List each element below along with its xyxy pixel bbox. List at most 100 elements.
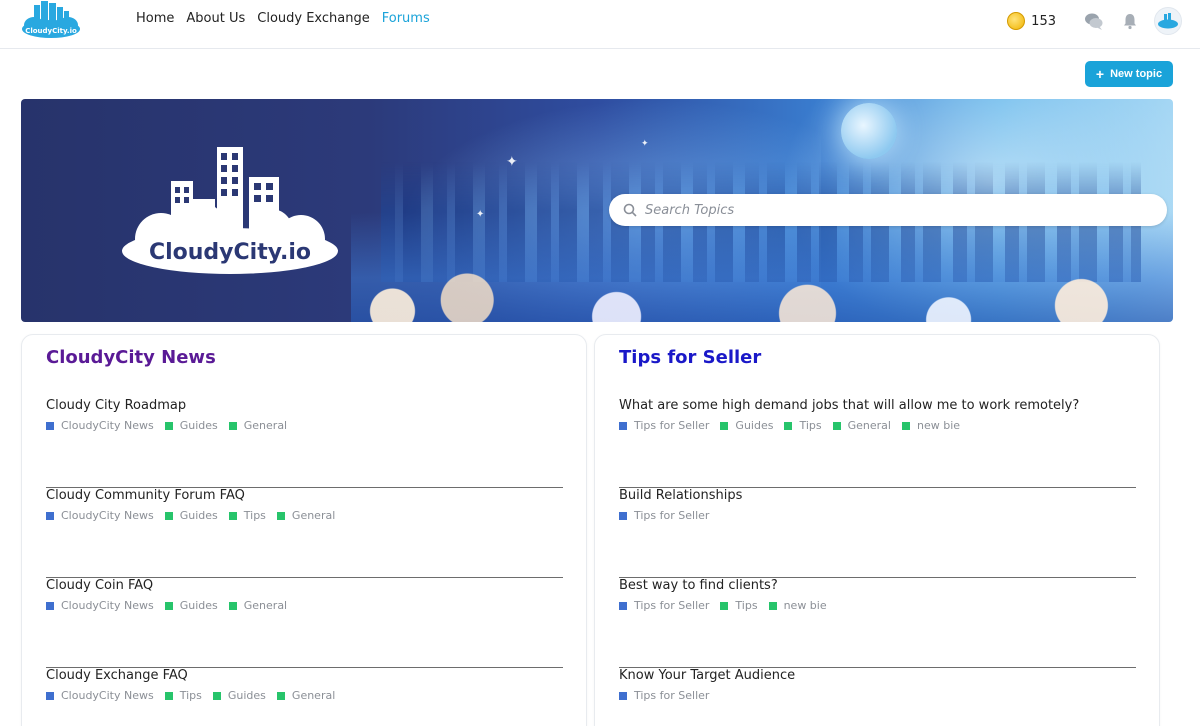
tag[interactable]: Tips for Seller	[619, 599, 709, 612]
search-bar[interactable]	[609, 194, 1167, 226]
topic-row[interactable]: Cloudy Exchange FAQ CloudyCity News Tips…	[46, 668, 563, 726]
tag-label: CloudyCity News	[61, 509, 154, 522]
tag[interactable]: CloudyCity News	[46, 509, 154, 522]
tag[interactable]: Guides	[720, 419, 773, 432]
topic-row[interactable]: Cloudy City Roadmap CloudyCity News Guid…	[46, 398, 563, 488]
bell-icon[interactable]	[1120, 11, 1140, 31]
topic-row[interactable]: Know Your Target Audience Tips for Selle…	[619, 668, 1136, 726]
tag-square-icon	[720, 421, 729, 430]
category-square-icon	[46, 421, 54, 430]
topic-tags: CloudyCity News Tips Guides General	[46, 689, 346, 702]
tag-label: CloudyCity News	[61, 689, 154, 702]
tag[interactable]: Tips for Seller	[619, 689, 709, 702]
topic-title[interactable]: Cloudy Exchange FAQ	[46, 668, 188, 683]
search-input[interactable]	[645, 202, 1125, 218]
star-icon: ✦	[506, 154, 518, 170]
topic-title[interactable]: Best way to find clients?	[619, 578, 778, 593]
tag[interactable]: CloudyCity News	[46, 599, 154, 612]
new-topic-button[interactable]: + New topic	[1085, 61, 1173, 87]
nav-home[interactable]: Home	[136, 10, 174, 27]
tag-label: CloudyCity News	[61, 599, 154, 612]
tag[interactable]: General	[276, 509, 336, 522]
topic-row[interactable]: Cloudy Coin FAQ CloudyCity News Guides G…	[46, 578, 563, 668]
tag-label: Guides	[735, 419, 774, 432]
tag[interactable]: Tips	[228, 509, 266, 522]
tag-label: General	[291, 509, 336, 522]
tag-square-icon	[276, 511, 285, 520]
tag-label: CloudyCity News	[61, 419, 154, 432]
topic-tags: Tips for Seller	[619, 689, 720, 702]
tag-label: Tips	[179, 689, 202, 702]
nav-about-us[interactable]: About Us	[186, 10, 245, 27]
topic-title[interactable]: Cloudy City Roadmap	[46, 398, 186, 413]
topic-title[interactable]: What are some high demand jobs that will…	[619, 398, 1079, 413]
tag-square-icon	[164, 511, 173, 520]
topic-title[interactable]: Cloudy Coin FAQ	[46, 578, 153, 593]
tag[interactable]: Tips	[720, 599, 758, 612]
tag-square-icon	[901, 421, 910, 430]
tag[interactable]: CloudyCity News	[46, 419, 154, 432]
category-title[interactable]: CloudyCity News	[46, 347, 216, 368]
search-icon	[623, 203, 637, 217]
chat-icon[interactable]	[1084, 11, 1104, 31]
tag-square-icon	[832, 421, 841, 430]
tag-label: Tips	[243, 509, 266, 522]
topic-tags: Tips for Seller Tips new bie	[619, 599, 838, 612]
category-card-tips-for-seller: Tips for Seller What are some high deman…	[594, 334, 1160, 726]
tag[interactable]: new bie	[901, 419, 960, 432]
new-topic-label: New topic	[1110, 68, 1163, 80]
tag[interactable]: Guides	[164, 419, 218, 432]
tag[interactable]: General	[832, 419, 891, 432]
topic-title[interactable]: Build Relationships	[619, 488, 742, 503]
topic-row[interactable]: Cloudy Community Forum FAQ CloudyCity Ne…	[46, 488, 563, 578]
star-icon: ✦	[476, 209, 485, 220]
nav-forums[interactable]: Forums	[382, 10, 430, 27]
category-title[interactable]: Tips for Seller	[619, 347, 761, 368]
nav-cloudy-exchange[interactable]: Cloudy Exchange	[257, 10, 369, 27]
tag[interactable]: Tips	[784, 419, 822, 432]
tag-square-icon	[164, 601, 173, 610]
avatar[interactable]	[1154, 7, 1182, 35]
category-square-icon	[619, 421, 627, 430]
tag[interactable]: Guides	[164, 509, 218, 522]
site-logo[interactable]: CloudyCity.io	[20, 1, 82, 39]
tag[interactable]: General	[276, 689, 335, 702]
topic-tags: CloudyCity News Guides General	[46, 419, 298, 432]
topic-title[interactable]: Cloudy Community Forum FAQ	[46, 488, 245, 503]
header-actions: 153	[1007, 7, 1182, 35]
tag-square-icon	[784, 421, 793, 430]
tag-label: General	[847, 419, 891, 432]
tag-square-icon	[228, 601, 237, 610]
category-square-icon	[619, 691, 627, 700]
tag[interactable]: Tips	[164, 689, 202, 702]
tag-square-icon	[212, 691, 221, 700]
tag[interactable]: Guides	[164, 599, 218, 612]
tag[interactable]: General	[228, 599, 288, 612]
star-icon: ✦	[641, 139, 649, 149]
tag-label: Guides	[179, 599, 218, 612]
tag-label: Tips	[799, 419, 822, 432]
tag-label: Tips for Seller	[634, 689, 710, 702]
topic-title[interactable]: Know Your Target Audience	[619, 668, 795, 683]
coin-count: 153	[1031, 13, 1056, 29]
topic-tags: Tips for Seller	[619, 509, 720, 522]
tag[interactable]: new bie	[768, 599, 827, 612]
tag[interactable]: Guides	[212, 689, 266, 702]
hero-clouds	[351, 212, 1173, 322]
tag-label: Tips for Seller	[634, 419, 710, 432]
topic-tags: CloudyCity News Guides General	[46, 599, 298, 612]
tag-label: General	[243, 599, 288, 612]
category-square-icon	[46, 601, 54, 610]
category-square-icon	[46, 511, 54, 520]
top-bar: CloudyCity.io Home About Us Cloudy Excha…	[0, 0, 1200, 49]
tag[interactable]: Tips for Seller	[619, 419, 709, 432]
topic-tags: Tips for Seller Guides Tips General new …	[619, 419, 971, 432]
tag-label: new bie	[783, 599, 827, 612]
tag[interactable]: General	[228, 419, 287, 432]
tag[interactable]: Tips for Seller	[619, 509, 709, 522]
tag[interactable]: CloudyCity News	[46, 689, 154, 702]
topic-row[interactable]: Best way to find clients? Tips for Selle…	[619, 578, 1136, 668]
tag-label: Guides	[179, 419, 218, 432]
topic-row[interactable]: What are some high demand jobs that will…	[619, 398, 1136, 488]
topic-row[interactable]: Build Relationships Tips for Seller	[619, 488, 1136, 578]
